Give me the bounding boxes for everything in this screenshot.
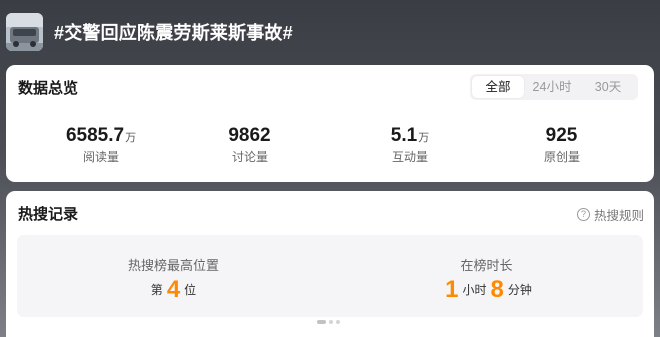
topic-thumbnail-icon[interactable] <box>6 13 43 51</box>
peak-prefix: 第 <box>150 283 163 297</box>
topic-header: #交警回应陈震劳斯莱斯事故# <box>0 0 660 64</box>
peak-suffix: 位 <box>184 283 197 297</box>
stat-interactions-unit: 万 <box>418 132 430 144</box>
stat-interactions-value: 5.1 <box>390 125 418 146</box>
topic-title: #交警回应陈震劳斯莱斯事故# <box>54 23 293 43</box>
hot-search-rules-label: 热搜规则 <box>593 209 644 223</box>
on-list-duration: 在榜时长 1 小时 8 分钟 <box>330 235 643 317</box>
stat-reads-unit: 万 <box>125 132 137 144</box>
duration-minutes-unit: 分钟 <box>507 283 532 297</box>
stat-originals-value: 925 <box>545 125 578 146</box>
stat-discussions-label: 讨论量 <box>231 150 268 164</box>
stat-interactions: 5.1万 互动量 <box>340 125 480 165</box>
stat-reads-label: 阅读量 <box>82 150 119 164</box>
duration-hours-unit: 小时 <box>462 283 487 297</box>
stat-originals: 925 原创量 <box>492 125 632 165</box>
hot-search-card: 热搜记录 ? 热搜规则 热搜榜最高位置 第4位 在榜时长 1 小时 8 分钟 <box>6 191 654 337</box>
hot-search-rules-link[interactable]: ? 热搜规则 <box>576 205 644 224</box>
duration-label: 在榜时长 <box>460 258 513 273</box>
tab-30d[interactable]: 30天 <box>580 76 636 98</box>
overview-title: 数据总览 <box>18 80 79 97</box>
stat-discussions-value: 9862 <box>228 125 271 146</box>
stat-reads: 6585.7万 阅读量 <box>31 125 171 165</box>
pagination-dot-active[interactable] <box>317 320 326 324</box>
pagination-dot[interactable] <box>336 320 340 324</box>
hot-search-panel: 热搜榜最高位置 第4位 在榜时长 1 小时 8 分钟 <box>17 235 643 317</box>
time-range-tabs: 全部 24小时 30天 <box>470 74 638 100</box>
tab-all[interactable]: 全部 <box>472 76 524 98</box>
pagination-dots <box>317 320 340 324</box>
tab-24h[interactable]: 24小时 <box>524 76 580 98</box>
pagination-dot[interactable] <box>329 320 333 324</box>
peak-value: 4 <box>166 276 181 303</box>
data-overview-card: 数据总览 全部 24小时 30天 6585.7万 阅读量 9862 讨论量 5.… <box>6 65 654 182</box>
hot-search-title: 热搜记录 <box>18 206 79 223</box>
stat-reads-value: 6585.7 <box>65 125 125 146</box>
peak-position: 热搜榜最高位置 第4位 <box>17 235 330 317</box>
stat-interactions-label: 互动量 <box>391 150 428 164</box>
stat-discussions: 9862 讨论量 <box>180 125 320 165</box>
question-icon: ? <box>576 208 590 221</box>
duration-minutes: 8 <box>490 276 504 303</box>
stat-originals-label: 原创量 <box>543 150 580 164</box>
peak-position-label: 热搜榜最高位置 <box>127 258 219 273</box>
duration-hours: 1 <box>445 276 459 303</box>
overview-stats: 6585.7万 阅读量 9862 讨论量 5.1万 互动量 925 原创量 <box>6 125 654 167</box>
